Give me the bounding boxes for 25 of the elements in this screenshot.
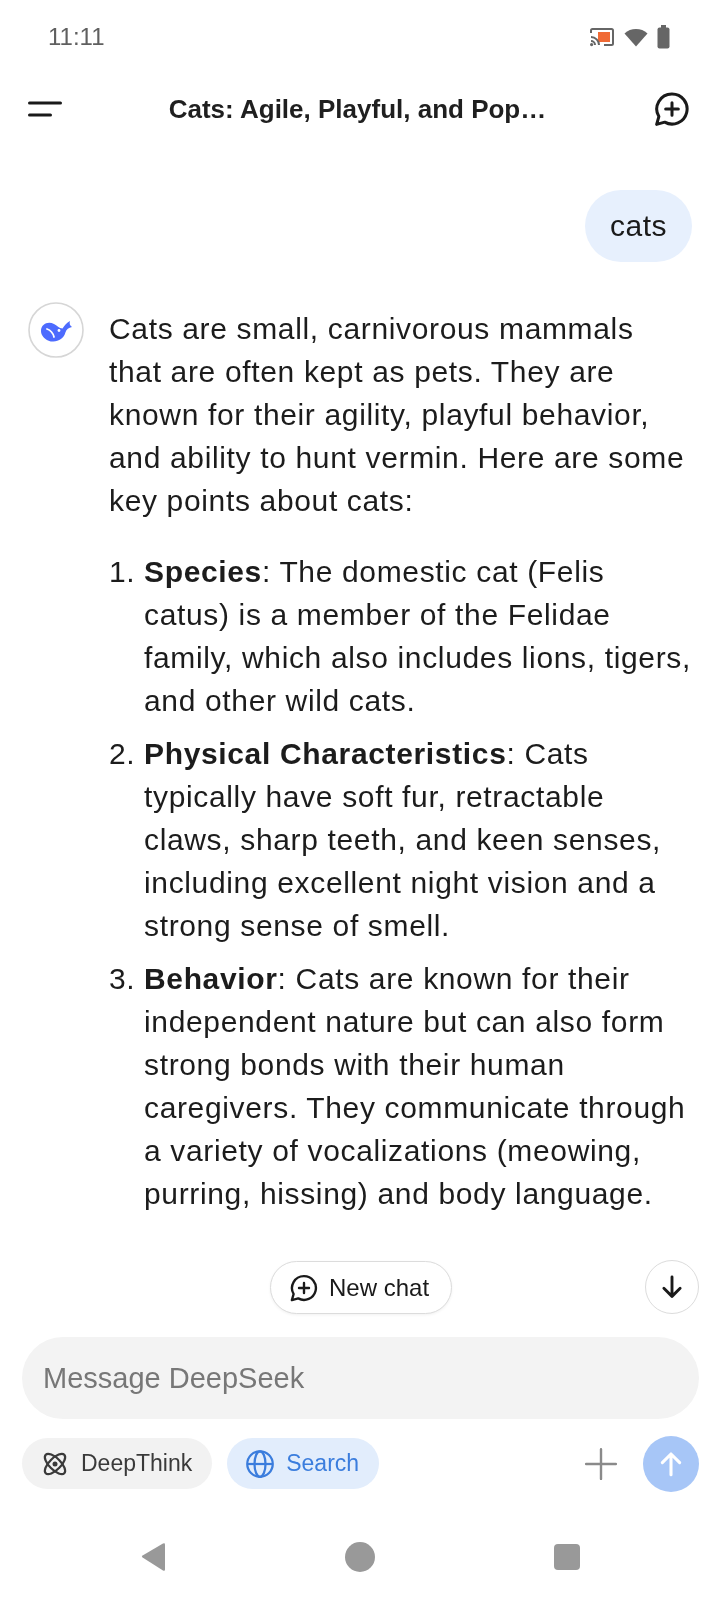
globe-icon <box>245 1448 276 1479</box>
list-number: 2. <box>109 736 137 772</box>
whale-icon <box>28 302 84 358</box>
chat-bubble-plus-icon[interactable] <box>653 90 691 128</box>
message-input[interactable]: Message DeepSeek <box>22 1337 699 1419</box>
cast-icon <box>589 26 615 48</box>
back-icon[interactable] <box>140 1542 166 1572</box>
list-item-text: Behavior: Cats are known for their independent nature but can also form strong bonds with their human caregivers. They communicate through a variety of vocalizations (meowing, purring, hissing) and body language. <box>144 961 687 1212</box>
list-item-text: Species: The domestic cat (Felis catus) is a member of the Felidae family, which also includes lions, tigers, and other wild cats. <box>144 554 692 719</box>
assistant-paragraph: Cats are small, carnivorous mammals that are often kept as pets. They are known for their agility, playful behavior, and ability to hunt vermin. Here are some key points about cats: <box>109 311 686 519</box>
list-number: 3. <box>109 961 137 997</box>
list-item-text: Physical Characteristics: Cats typically have soft fur, retractable claws, sharp teeth, and keen senses, including excellent night vision and a strong sense of smell. <box>144 736 663 944</box>
scroll-down-button[interactable] <box>645 1260 699 1314</box>
list-number: 1. <box>109 554 137 590</box>
home-icon[interactable] <box>345 1542 375 1572</box>
status-time: 11:11 <box>48 23 105 51</box>
plus-icon[interactable] <box>584 1446 618 1481</box>
chat-title: Cats: Agile, Playful, and Pop… <box>168 93 547 125</box>
battery-icon <box>657 25 670 49</box>
chat-bubble-plus-icon <box>289 1272 319 1303</box>
new-chat-button[interactable]: New chat <box>270 1261 453 1314</box>
menu-icon[interactable] <box>28 101 62 117</box>
deepthink-toggle[interactable]: DeepThink <box>22 1438 213 1489</box>
wifi-icon <box>624 27 648 47</box>
user-message-bubble: cats <box>584 190 692 262</box>
